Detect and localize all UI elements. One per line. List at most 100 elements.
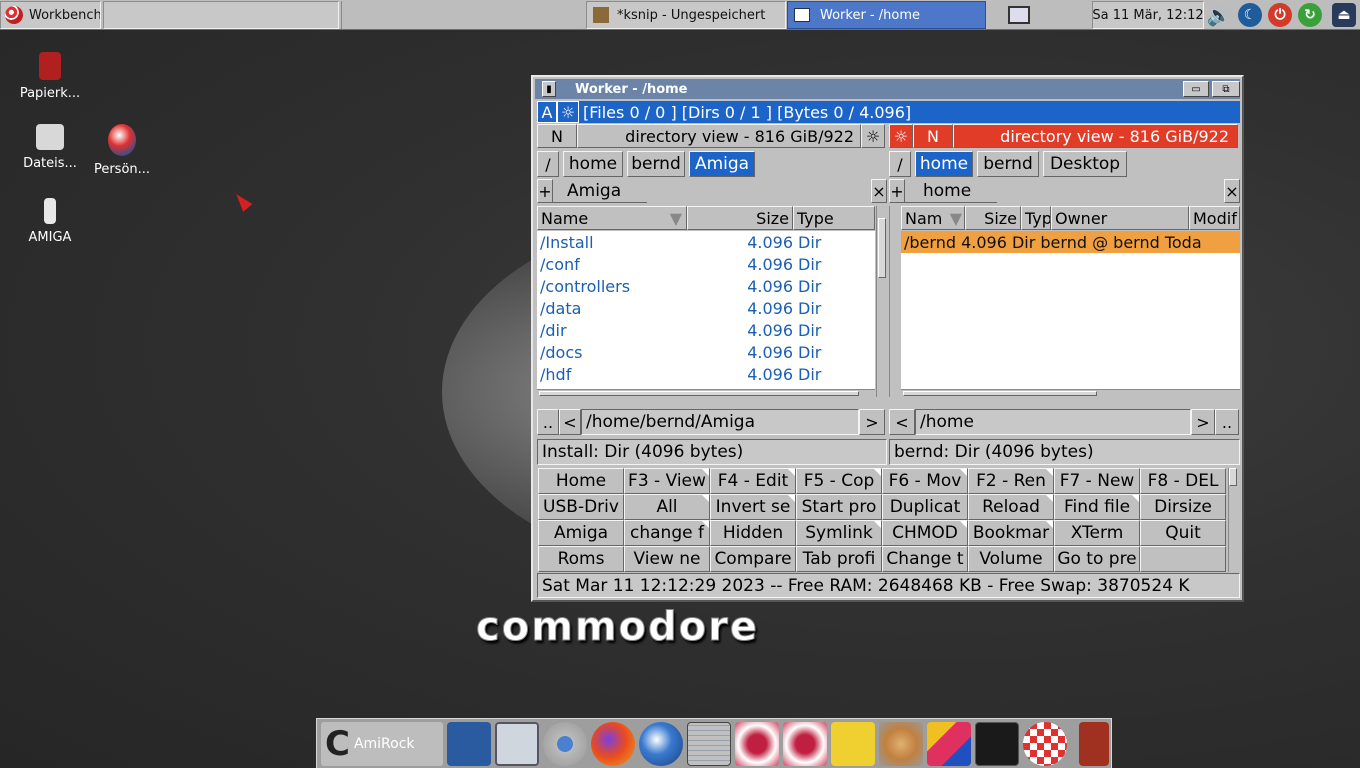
close-icon[interactable]: ▮ — [542, 81, 556, 97]
button-bank-scrollbar[interactable] — [1228, 468, 1238, 572]
zoom-icon[interactable]: ▭ — [1183, 81, 1209, 97]
right-horizontal-scrollbar[interactable] — [901, 389, 1240, 397]
left-horizontal-scrollbar[interactable] — [537, 389, 875, 397]
a-button[interactable]: A — [537, 101, 557, 123]
button-change-filetype[interactable]: change f — [624, 520, 710, 546]
path-button-root[interactable]: / — [537, 151, 559, 177]
task-worker[interactable]: Worker - /home — [787, 1, 986, 29]
right-add-tab-button[interactable]: + — [889, 179, 905, 203]
column-name[interactable]: Name ▼ — [537, 206, 687, 230]
workbench-menu-button[interactable]: Workbench — [0, 1, 101, 29]
left-mode-button[interactable]: N — [537, 124, 577, 148]
left-add-tab-button[interactable]: + — [537, 179, 553, 203]
thunderbird-icon[interactable] — [639, 721, 683, 766]
button-start-program[interactable]: Start pro — [796, 494, 882, 520]
button-f3-view[interactable]: F3 - View — [624, 468, 710, 494]
list-item-selected[interactable]: /bernd 4.096 Dir bernd @ bernd Toda — [901, 231, 1240, 253]
path-button-root[interactable]: / — [889, 151, 911, 177]
button-compare[interactable]: Compare — [710, 546, 796, 572]
notes-icon[interactable] — [831, 721, 875, 766]
column-size[interactable]: Size — [965, 206, 1021, 230]
depth-icon[interactable]: ⧉ — [1212, 81, 1240, 97]
power-icon[interactable]: ⏻ — [1268, 3, 1292, 27]
list-item[interactable]: /conf 4.096 Dir — [537, 253, 875, 275]
trash-icon[interactable] — [1079, 721, 1109, 766]
volume-icon[interactable]: 🔊 — [1207, 3, 1232, 27]
button-dirsize[interactable]: Dirsize — [1140, 494, 1226, 520]
button-invert-selection[interactable]: Invert se — [710, 494, 796, 520]
path-button-amiga[interactable]: Amiga — [689, 151, 755, 177]
button-f2-rename[interactable]: F2 - Ren — [968, 468, 1054, 494]
desktop-icon-trash[interactable]: Papierk... — [10, 52, 90, 101]
button-home[interactable]: Home — [538, 468, 624, 494]
left-tab-amiga[interactable]: Amiga — [553, 179, 648, 203]
button-empty[interactable] — [1140, 546, 1226, 572]
show-desktop-button[interactable] — [988, 1, 1050, 29]
button-tab-profiles[interactable]: Tab profi — [796, 546, 882, 572]
button-find-file[interactable]: Find file — [1054, 494, 1140, 520]
settings-gear-icon[interactable]: ☼ — [557, 101, 579, 123]
logout-icon[interactable]: ⏏ — [1332, 3, 1356, 27]
parent-dir-button[interactable]: .. — [537, 409, 559, 435]
multicolor-icon[interactable] — [927, 721, 971, 766]
scroll-thumb[interactable] — [539, 391, 859, 396]
button-reload[interactable]: Reload — [968, 494, 1054, 520]
path-button-bernd[interactable]: bernd — [627, 151, 685, 177]
button-f4-edit[interactable]: F4 - Edit — [710, 468, 796, 494]
button-f8-delete[interactable]: F8 - DEL — [1140, 468, 1226, 494]
right-vertical-scrollbar[interactable] — [889, 206, 900, 397]
button-go-to-previous[interactable]: Go to pre — [1054, 546, 1140, 572]
left-path-input[interactable]: /home/bernd/Amiga — [581, 409, 859, 435]
right-tab-home[interactable]: home — [905, 179, 998, 203]
column-modified[interactable]: Modif — [1189, 206, 1240, 230]
button-f7-new[interactable]: F7 - New — [1054, 468, 1140, 494]
scroll-thumb[interactable] — [903, 391, 1097, 396]
raspberry-icon[interactable] — [783, 721, 827, 766]
list-item[interactable]: /controllers 4.096 Dir — [537, 275, 875, 297]
boing-ball-icon[interactable] — [1023, 721, 1067, 766]
button-xterm[interactable]: XTerm — [1054, 520, 1140, 546]
path-button-bernd[interactable]: bernd — [977, 151, 1039, 177]
button-usb-drive[interactable]: USB-Driv — [538, 494, 624, 520]
list-item[interactable]: /hdf 4.096 Dir — [537, 363, 875, 385]
left-vertical-scrollbar[interactable] — [876, 206, 887, 397]
desktop-icon-home[interactable]: Persön... — [82, 124, 162, 177]
firefox-icon[interactable] — [591, 721, 635, 766]
scanner-icon[interactable] — [447, 721, 491, 766]
left-close-tab-button[interactable]: × — [871, 179, 887, 203]
button-change-time[interactable]: Change t — [882, 546, 968, 572]
restart-icon[interactable]: ↻ — [1298, 3, 1322, 27]
back-button[interactable]: < — [889, 409, 915, 435]
button-all[interactable]: All — [624, 494, 710, 520]
scroll-thumb[interactable] — [1229, 468, 1237, 486]
button-symlink[interactable]: Symlink — [796, 520, 882, 546]
column-owner[interactable]: Owner — [1051, 206, 1189, 230]
right-mode-button[interactable]: N — [913, 124, 953, 148]
scroll-thumb[interactable] — [878, 218, 886, 278]
task-ksnip[interactable]: *ksnip - Ungespeichert — [586, 1, 786, 29]
list-item[interactable]: /dir 4.096 Dir — [537, 319, 875, 341]
parent-dir-button[interactable]: .. — [1215, 409, 1239, 435]
window-icon[interactable] — [495, 721, 539, 766]
right-path-input[interactable]: /home — [915, 409, 1191, 435]
amiga-icon[interactable] — [975, 721, 1019, 766]
moon-icon[interactable]: ☾ — [1238, 3, 1262, 27]
left-view-label[interactable]: directory view - 816 GiB/922 — [577, 124, 861, 148]
raspberry-icon[interactable] — [735, 721, 779, 766]
right-view-label[interactable]: directory view - 816 GiB/922 — [953, 124, 1238, 148]
amirock-launcher[interactable]: C AmiRock — [321, 721, 443, 766]
list-item[interactable]: /docs 4.096 Dir — [537, 341, 875, 363]
button-chmod[interactable]: CHMOD — [882, 520, 968, 546]
clock[interactable]: Sa 11 Mär, 12:12 — [1092, 1, 1204, 29]
back-button[interactable]: < — [559, 409, 581, 435]
button-volume[interactable]: Volume — [968, 546, 1054, 572]
button-roms[interactable]: Roms — [538, 546, 624, 572]
path-button-home[interactable]: home — [563, 151, 623, 177]
left-settings-icon[interactable]: ☼ — [861, 124, 885, 148]
desktop-icon-amiga[interactable]: AMIGA — [10, 198, 90, 245]
column-type[interactable]: Type — [793, 206, 875, 230]
forward-button[interactable]: > — [859, 409, 885, 435]
column-type[interactable]: Typ — [1021, 206, 1051, 230]
button-f6-move[interactable]: F6 - Mov — [882, 468, 968, 494]
worker-icon[interactable] — [687, 721, 731, 766]
